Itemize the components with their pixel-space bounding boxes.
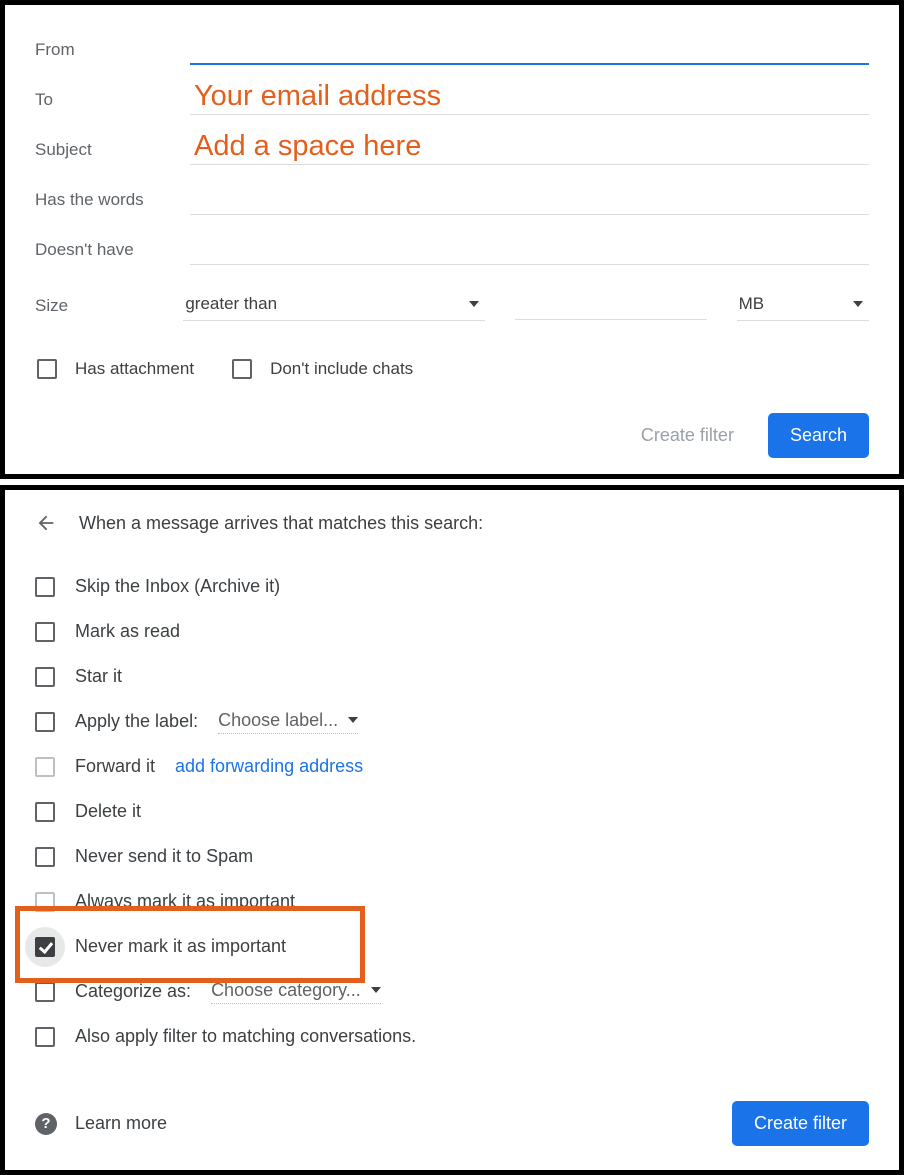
action-label: Never send it to Spam [75, 846, 253, 867]
action-mark_read: Mark as read [35, 609, 869, 654]
size-comparator-dropdown[interactable]: greater than [183, 292, 485, 321]
has-attachment-check[interactable]: Has attachment [37, 359, 194, 379]
checkbox-always_important [35, 892, 55, 912]
action-label: Star it [75, 666, 122, 687]
dropdown-value: Choose category... [211, 980, 361, 1001]
checkbox-skip_inbox[interactable] [35, 577, 55, 597]
label-size: Size [35, 296, 183, 316]
action-forward: Forward it add forwarding address [35, 744, 869, 789]
actions-header: When a message arrives that matches this… [35, 512, 869, 534]
row-to: To Your email address [35, 75, 869, 125]
action-label: Categorize as: [75, 981, 191, 1002]
dropdown-value: Choose label... [218, 710, 338, 731]
action-buttons-row: Create filter Search [35, 413, 869, 458]
exclude-chats-label: Don't include chats [270, 359, 413, 379]
learn-more-label: Learn more [75, 1113, 167, 1134]
row-doesnt-have: Doesn't have [35, 225, 869, 275]
action-apply_label: Apply the label: Choose label... [35, 699, 869, 744]
checkbox-forward [35, 757, 55, 777]
action-label: Mark as read [75, 621, 180, 642]
action-always_important: Always mark it as important [35, 879, 869, 924]
label-has-words: Has the words [35, 190, 190, 210]
filter-criteria-panel: From To Your email address Subject Add a… [0, 0, 904, 479]
action-star: Star it [35, 654, 869, 699]
size-unit-dropdown[interactable]: MB [737, 292, 869, 321]
help-icon: ? [35, 1113, 57, 1135]
apply_label-dropdown[interactable]: Choose label... [218, 710, 358, 734]
checkbox-ripple[interactable] [25, 927, 65, 967]
action-label: Never mark it as important [75, 936, 286, 957]
has-words-input[interactable] [190, 186, 869, 215]
size-unit-value: MB [739, 294, 765, 314]
exclude-chats-check[interactable]: Don't include chats [232, 359, 413, 379]
back-arrow-icon[interactable] [35, 512, 57, 534]
has-attachment-label: Has attachment [75, 359, 194, 379]
label-to: To [35, 90, 190, 110]
learn-more-link[interactable]: ? Learn more [35, 1113, 167, 1135]
action-skip_inbox: Skip the Inbox (Archive it) [35, 564, 869, 609]
categorize-dropdown[interactable]: Choose category... [211, 980, 381, 1004]
action-label: Delete it [75, 801, 141, 822]
label-from: From [35, 40, 190, 60]
to-input[interactable] [190, 86, 869, 115]
size-comparator-value: greater than [185, 294, 277, 314]
caret-down-icon [348, 717, 358, 723]
checkbox-delete[interactable] [35, 802, 55, 822]
subject-input[interactable] [190, 136, 869, 165]
action-never_spam: Never send it to Spam [35, 834, 869, 879]
search-button[interactable]: Search [768, 413, 869, 458]
action-also_apply: Also apply filter to matching conversati… [35, 1014, 869, 1059]
checkbox-icon [232, 359, 252, 379]
extra-checks-row: Has attachment Don't include chats [35, 359, 869, 379]
checkbox-categorize[interactable] [35, 982, 55, 1002]
from-input[interactable] [190, 35, 869, 65]
checkbox-apply_label[interactable] [35, 712, 55, 732]
doesnt-have-input[interactable] [190, 236, 869, 265]
action-delete: Delete it [35, 789, 869, 834]
actions-footer: ? Learn more Create filter [35, 1101, 869, 1146]
action-categorize: Categorize as: Choose category... [35, 969, 869, 1014]
row-size: Size greater than MB [35, 281, 869, 331]
create-filter-button[interactable]: Create filter [732, 1101, 869, 1146]
caret-down-icon [469, 301, 479, 307]
action-label: Forward it [75, 756, 155, 777]
caret-down-icon [853, 301, 863, 307]
size-value-input[interactable] [515, 292, 706, 320]
row-subject: Subject Add a space here [35, 125, 869, 175]
action-label: Skip the Inbox (Archive it) [75, 576, 280, 597]
row-has-words: Has the words [35, 175, 869, 225]
checkbox-mark_read[interactable] [35, 622, 55, 642]
action-never_important: Never mark it as important [35, 924, 869, 969]
forward-link[interactable]: add forwarding address [175, 756, 363, 777]
checkbox-icon [35, 937, 55, 957]
action-label: Also apply filter to matching conversati… [75, 1026, 416, 1047]
action-label: Apply the label: [75, 711, 198, 732]
checkbox-never_spam[interactable] [35, 847, 55, 867]
checkbox-star[interactable] [35, 667, 55, 687]
caret-down-icon [371, 987, 381, 993]
checkbox-icon [37, 359, 57, 379]
checkbox-also_apply[interactable] [35, 1027, 55, 1047]
label-doesnt-have: Doesn't have [35, 240, 190, 260]
create-filter-link[interactable]: Create filter [641, 425, 734, 446]
row-from: From [35, 25, 869, 75]
label-subject: Subject [35, 140, 190, 160]
action-label: Always mark it as important [75, 891, 295, 912]
filter-actions-panel: When a message arrives that matches this… [0, 485, 904, 1175]
actions-header-text: When a message arrives that matches this… [79, 513, 483, 534]
